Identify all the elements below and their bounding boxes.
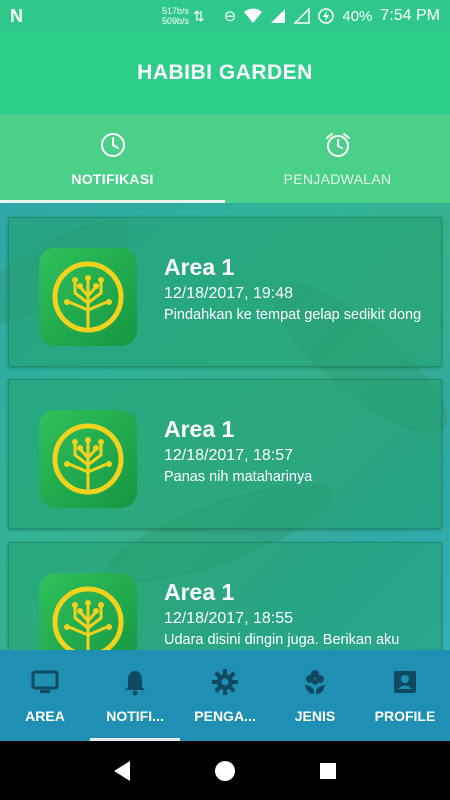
- back-button[interactable]: [110, 759, 134, 783]
- home-circle-icon: [214, 760, 235, 781]
- nav-notifikasi[interactable]: NOTIFI...: [90, 650, 180, 741]
- notification-message: Udara disini dingin juga. Berikan aku: [164, 632, 400, 648]
- net-up: 517b/s: [162, 6, 190, 16]
- back-triangle-icon: [113, 760, 130, 781]
- nav-jenis[interactable]: JENIS: [270, 650, 360, 741]
- nav-pengaturan[interactable]: PENGA...: [180, 650, 270, 741]
- nav-jenis-label: JENIS: [294, 707, 336, 724]
- tab-penjadwalan[interactable]: PENJADWALAN: [225, 114, 450, 203]
- do-not-disturb-icon: ⊖: [223, 8, 237, 25]
- nav-notifikasi-label: NOTIFI...: [106, 707, 164, 724]
- recents-button[interactable]: [316, 759, 340, 783]
- monitor-icon: [31, 670, 59, 693]
- battery-charging-icon: [318, 8, 335, 24]
- app-bar: HABIBI GARDEN: [0, 32, 450, 114]
- tree-logo-icon: [39, 410, 137, 508]
- nav-profile[interactable]: PROFILE: [360, 650, 450, 741]
- notification-texts: Area 1 12/18/2017, 19:48 Pindahkan ke te…: [164, 254, 421, 323]
- notification-card[interactable]: Area 1 12/18/2017, 19:48 Pindahkan ke te…: [8, 217, 442, 367]
- system-navigation-bar: [0, 741, 450, 800]
- notification-title: Area 1: [164, 579, 235, 605]
- nav-area[interactable]: AREA: [0, 650, 90, 741]
- notification-message: Pindahkan ke tempat gelap sedikit dong: [164, 307, 422, 323]
- notification-datetime: 12/18/2017, 18:55: [164, 610, 294, 627]
- notification-datetime: 12/18/2017, 19:48: [164, 285, 294, 302]
- notification-title: Area 1: [164, 254, 235, 280]
- tab-penjadwalan-label: PENJADWALAN: [283, 170, 392, 187]
- notification-texts: Area 1 12/18/2017, 18:57 Panas nih matah…: [164, 416, 312, 485]
- clock-icon: [100, 132, 125, 157]
- alarm-clock-icon: [325, 132, 350, 157]
- tab-bar: NOTIFIKASI PENJADWALAN: [0, 114, 450, 203]
- tree-logo-icon: [39, 573, 137, 650]
- tab-notifikasi-label: NOTIFIKASI: [71, 170, 154, 187]
- nav-profile-label: PROFILE: [374, 707, 436, 724]
- network-speed: 517b/s 509b/s: [162, 6, 189, 26]
- notification-card[interactable]: Area 1 12/18/2017, 18:57 Panas nih matah…: [8, 379, 442, 529]
- home-button[interactable]: [213, 759, 237, 783]
- wifi-icon: [244, 8, 263, 23]
- notification-card[interactable]: Area 1 12/18/2017, 18:55 Udara disini di…: [8, 542, 442, 650]
- flower-icon: [305, 669, 325, 694]
- app-title: HABIBI GARDEN: [137, 61, 313, 84]
- clock-time: 7:54 PM: [380, 7, 440, 24]
- recents-square-icon: [320, 762, 337, 779]
- nav-pengaturan-label: PENGA...: [194, 707, 256, 724]
- nav-area-label: AREA: [25, 707, 65, 724]
- signal-icon-2: [294, 8, 311, 24]
- notification-texts: Area 1 12/18/2017, 18:55 Udara disini di…: [164, 579, 399, 648]
- notification-message: Panas nih mataharinya: [164, 469, 313, 485]
- notification-datetime: 12/18/2017, 18:57: [164, 447, 294, 464]
- status-bar: N 517b/s 509b/s ⇅ ⊖ 40% 7:54 PM: [0, 0, 450, 32]
- bell-icon: [125, 670, 145, 695]
- tree-logo-icon: [39, 248, 137, 346]
- profile-icon: [394, 670, 416, 693]
- status-right: ⊖ 40% 7:54 PM: [224, 7, 440, 25]
- data-transfer-icon: ⇅: [193, 7, 205, 24]
- gear-icon: [212, 668, 238, 695]
- signal-icon: [271, 9, 286, 23]
- notification-title: Area 1: [164, 416, 235, 442]
- notification-n-icon: N: [10, 5, 23, 26]
- net-down: 509b/s: [162, 16, 190, 26]
- notification-list[interactable]: Area 1 12/18/2017, 19:48 Pindahkan ke te…: [0, 203, 450, 650]
- battery-percent: 40%: [342, 7, 373, 25]
- tab-notifikasi[interactable]: NOTIFIKASI: [0, 114, 225, 203]
- bottom-navigation: AREA NOTIFI... PENGA... JENIS PROFILE: [0, 650, 450, 741]
